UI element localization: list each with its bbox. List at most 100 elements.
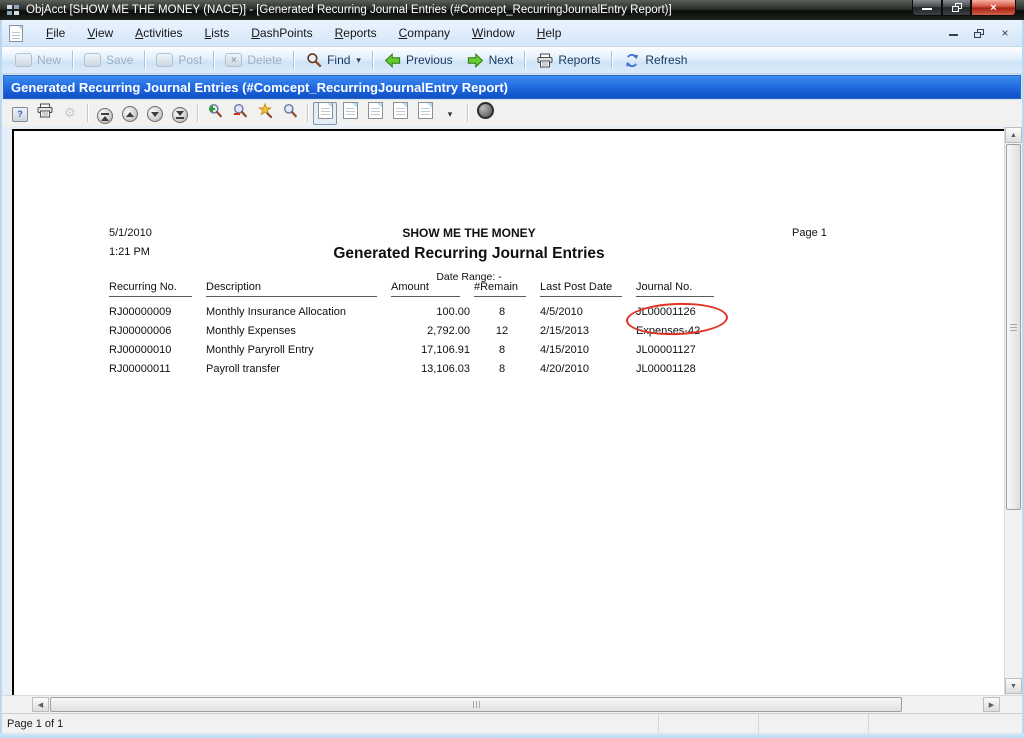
column-header-label: Journal No. bbox=[636, 281, 714, 297]
table-cell: 8 bbox=[474, 341, 540, 360]
next-button[interactable]: Next bbox=[460, 50, 521, 70]
scroll-up-button[interactable]: ▲ bbox=[1005, 127, 1022, 143]
toolbar-separator bbox=[87, 104, 88, 122]
menu-activities[interactable]: Activities bbox=[124, 22, 193, 44]
status-panel bbox=[758, 714, 868, 733]
toolbar-button-label: Reports bbox=[558, 53, 600, 67]
window-bottom-frame bbox=[0, 733, 1024, 738]
magnifier-button[interactable] bbox=[278, 102, 302, 125]
table-cell: Payroll transfer bbox=[206, 360, 391, 379]
table-cell: 17,106.91 bbox=[391, 341, 474, 360]
menu-view[interactable]: View bbox=[76, 22, 124, 44]
column-header-label: #Remain bbox=[474, 281, 526, 297]
horizontal-scrollbar-thumb[interactable] bbox=[50, 697, 902, 712]
vertical-scrollbar-thumb[interactable] bbox=[1006, 144, 1021, 510]
view-page-5-icon bbox=[418, 102, 433, 124]
menu-lists[interactable]: Lists bbox=[194, 22, 241, 44]
menu-company[interactable]: Company bbox=[388, 22, 461, 44]
save-button: Save bbox=[77, 50, 140, 70]
find-dropdown-arrow-icon[interactable]: ▾ bbox=[356, 55, 361, 66]
print-button[interactable] bbox=[33, 102, 57, 125]
menu-help[interactable]: Help bbox=[526, 22, 573, 44]
find-button[interactable]: Find▾ bbox=[298, 50, 368, 70]
arrow-down-icon: ▼ bbox=[1010, 683, 1017, 690]
toolbar-separator bbox=[372, 51, 373, 69]
menu-file[interactable]: File bbox=[35, 22, 76, 44]
toolbar-button-label: New bbox=[37, 53, 61, 67]
close-button[interactable]: × bbox=[971, 0, 1016, 16]
toolbar-separator bbox=[611, 51, 612, 69]
print-icon bbox=[37, 103, 53, 123]
zoom-wizard-button[interactable] bbox=[253, 102, 277, 125]
view-page-4-button[interactable] bbox=[388, 102, 412, 125]
arrow-up-icon: ▲ bbox=[1010, 132, 1017, 139]
table-cell: RJ00000009 bbox=[109, 303, 206, 322]
next-icon bbox=[467, 52, 484, 68]
view-dropdown-button[interactable]: ▾ bbox=[438, 102, 462, 125]
vertical-scrollbar[interactable]: ▲ ▼ bbox=[1004, 126, 1022, 695]
last-page-button[interactable] bbox=[168, 102, 192, 125]
scroll-down-button[interactable]: ▼ bbox=[1005, 678, 1022, 694]
export-report-icon: ? bbox=[12, 104, 28, 122]
zoom-in-icon bbox=[207, 103, 223, 124]
table-cell: 100.00 bbox=[391, 303, 474, 322]
previous-button[interactable]: Previous bbox=[377, 50, 460, 70]
view-page-5-button[interactable] bbox=[413, 102, 437, 125]
last-page-icon bbox=[172, 103, 188, 124]
refresh-button[interactable]: Refresh bbox=[616, 50, 694, 70]
toolbar-separator bbox=[307, 104, 308, 122]
view-page-3-button[interactable] bbox=[363, 102, 387, 125]
zoom-in-button[interactable] bbox=[203, 102, 227, 125]
mdi-restore-button[interactable] bbox=[972, 26, 986, 40]
view-page-2-icon bbox=[343, 102, 358, 124]
view-single-page-button[interactable] bbox=[313, 102, 337, 125]
restore-button[interactable] bbox=[942, 0, 971, 16]
next-page-button[interactable] bbox=[143, 102, 167, 125]
table-cell: JL00001127 bbox=[636, 341, 728, 360]
table-cell: 8 bbox=[474, 303, 540, 322]
table-cell: RJ00000011 bbox=[109, 360, 206, 379]
report-title: Generated Recurring Journal Entries bbox=[194, 245, 744, 263]
minimize-button[interactable] bbox=[912, 0, 942, 16]
scroll-left-button[interactable]: ◀ bbox=[32, 697, 49, 712]
toolbar-button-label: Delete bbox=[247, 53, 282, 67]
table-cell: 4/20/2010 bbox=[540, 360, 636, 379]
view-page-2-button[interactable] bbox=[338, 102, 362, 125]
previous-page-icon bbox=[122, 104, 138, 123]
mdi-close-button[interactable]: × bbox=[998, 26, 1012, 40]
reports-button[interactable]: Reports bbox=[529, 50, 607, 70]
column-header: Description bbox=[206, 281, 391, 303]
toolbar-separator bbox=[293, 51, 294, 69]
horizontal-scrollbar[interactable]: ◀ ▶ bbox=[2, 695, 1022, 713]
zoom-out-button[interactable] bbox=[228, 102, 252, 125]
menu-window[interactable]: Window bbox=[461, 22, 526, 44]
menu-reports[interactable]: Reports bbox=[324, 22, 388, 44]
post-icon bbox=[156, 52, 173, 68]
scroll-right-button[interactable]: ▶ bbox=[983, 697, 1000, 712]
column-header-label: Description bbox=[206, 281, 377, 297]
toolbar-button-label: Save bbox=[106, 53, 133, 67]
close-icon: × bbox=[990, 3, 996, 13]
stop-button[interactable] bbox=[473, 102, 497, 125]
main-toolbar: NewSavePost×DeleteFind▾PreviousNextRepor… bbox=[2, 47, 1022, 74]
table-cell: JL00001128 bbox=[636, 360, 728, 379]
previous-icon bbox=[384, 52, 401, 68]
magnifier-icon bbox=[282, 103, 298, 124]
report-viewer-toolbar: ?⚙▾ bbox=[2, 100, 1022, 126]
document-icon[interactable] bbox=[9, 25, 23, 42]
status-bar: Page 1 of 1 bbox=[2, 713, 1022, 733]
zoom-wizard-icon bbox=[257, 103, 273, 124]
next-page-icon bbox=[147, 104, 163, 123]
table-cell: Monthly Paryroll Entry bbox=[206, 341, 391, 360]
view-dropdown-icon: ▾ bbox=[446, 104, 455, 122]
stop-icon bbox=[477, 102, 494, 124]
export-report-button[interactable]: ? bbox=[8, 102, 32, 125]
delete-button: ×Delete bbox=[218, 50, 289, 70]
first-page-button[interactable] bbox=[93, 102, 117, 125]
menu-dashpoints[interactable]: DashPoints bbox=[240, 22, 323, 44]
previous-page-button[interactable] bbox=[118, 102, 142, 125]
report-viewport: 5/1/2010 1:21 PM SHOW ME THE MONEY Gener… bbox=[2, 126, 1022, 695]
report-banner-title: Generated Recurring Journal Entries (#Co… bbox=[11, 80, 508, 95]
table-cell: Monthly Insurance Allocation bbox=[206, 303, 391, 322]
mdi-minimize-button[interactable] bbox=[946, 26, 960, 40]
